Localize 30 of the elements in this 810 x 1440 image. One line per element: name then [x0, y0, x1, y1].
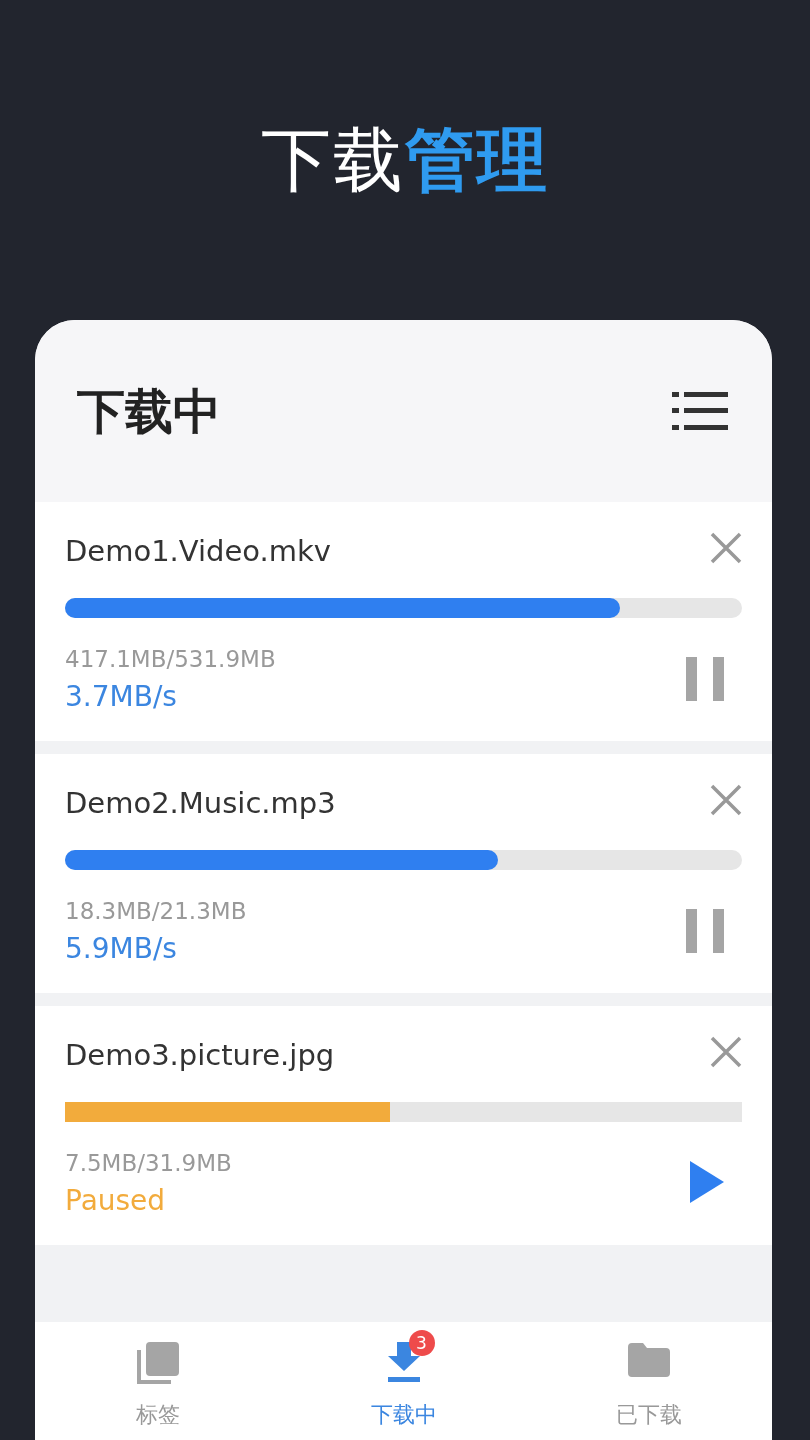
panel-title: 下载中	[77, 382, 221, 441]
status-text: 5.9MB/s	[65, 931, 177, 967]
nav-tab[interactable]: 已下载	[526, 1322, 772, 1440]
nav-tab[interactable]: 3 下载中	[280, 1322, 527, 1440]
menu-icon[interactable]	[672, 392, 728, 430]
nav-tab[interactable]: 标签	[35, 1322, 281, 1440]
headline: 下载管理	[261, 117, 549, 203]
close-button[interactable]	[710, 1036, 742, 1068]
close-button[interactable]	[710, 532, 742, 564]
size-text: 18.3MB/21.3MB	[65, 896, 248, 926]
close-icon	[710, 784, 742, 816]
file-name: Demo1.Video.mkv	[65, 533, 331, 570]
count-badge: 3	[408, 1330, 435, 1356]
pause-icon	[686, 657, 724, 701]
folder-icon	[628, 1343, 671, 1377]
size-text: 417.1MB/531.9MB	[65, 644, 277, 674]
play-button[interactable]	[690, 1161, 724, 1203]
status-text: 3.7MB/s	[65, 679, 177, 715]
stack-icon	[136, 1342, 179, 1384]
file-name: Demo2.Music.mp3	[65, 785, 336, 822]
pause-icon	[686, 909, 724, 953]
pause-button[interactable]	[686, 657, 724, 701]
close-button[interactable]	[710, 784, 742, 816]
close-icon	[710, 532, 742, 564]
file-name: Demo3.picture.jpg	[65, 1037, 335, 1074]
pause-button[interactable]	[686, 909, 724, 953]
size-text: 7.5MB/31.9MB	[65, 1148, 233, 1178]
status-text: Paused	[65, 1183, 166, 1219]
close-icon	[710, 1036, 742, 1068]
play-icon	[690, 1161, 724, 1203]
